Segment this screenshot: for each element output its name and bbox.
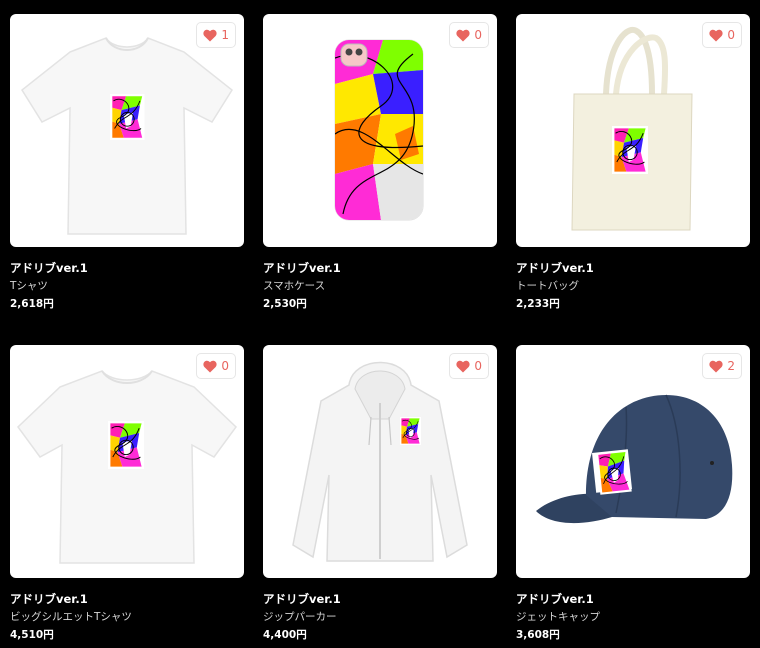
product-image-smartphone-case[interactable]: 0 [263, 14, 497, 247]
like-count: 0 [474, 359, 482, 373]
heart-icon [456, 360, 470, 372]
product-title[interactable]: アドリブver.1 [516, 261, 750, 275]
product-grid: 1 アドリブver.1 Tシャツ 2,618円 0 アドリブver.1 スマホケ… [0, 0, 760, 648]
smartphone-case-image [334, 39, 424, 221]
big-t-shirt-image [17, 370, 237, 564]
like-button[interactable]: 1 [196, 22, 236, 48]
product-price: 2,618円 [10, 298, 54, 310]
product-image-t-shirt[interactable]: 1 [10, 14, 244, 247]
like-count: 1 [221, 28, 229, 42]
product-price: 4,400円 [263, 629, 307, 641]
product-card[interactable]: 0 アドリブver.1 ビッグシルエットTシャツ 4,510円 [10, 345, 244, 642]
like-count: 2 [727, 359, 735, 373]
product-title[interactable]: アドリブver.1 [263, 592, 497, 606]
product-type: Tシャツ [10, 280, 48, 292]
like-count: 0 [221, 359, 229, 373]
product-title[interactable]: アドリブver.1 [10, 261, 244, 275]
product-card[interactable]: 0 アドリブver.1 ジップパーカー 4,400円 [263, 345, 497, 642]
product-title[interactable]: アドリブver.1 [263, 261, 497, 275]
product-type: ジップパーカー [263, 611, 337, 623]
product-card[interactable]: 0 アドリブver.1 トートバッグ 2,233円 [516, 14, 750, 311]
heart-icon [203, 29, 217, 41]
product-type: スマホケース [263, 280, 326, 292]
heart-icon [203, 360, 217, 372]
like-count: 0 [474, 28, 482, 42]
product-title[interactable]: アドリブver.1 [516, 592, 750, 606]
jet-cap-image [536, 394, 733, 524]
product-price: 4,510円 [10, 629, 54, 641]
product-price: 3,608円 [516, 629, 560, 641]
like-button[interactable]: 0 [449, 22, 489, 48]
product-image-jet-cap[interactable]: 2 [516, 345, 750, 578]
product-card[interactable]: 2 アドリブver.1 ジェットキャップ 3,608円 [516, 345, 750, 642]
product-title[interactable]: アドリブver.1 [10, 592, 244, 606]
product-type: ビッグシルエットTシャツ [10, 611, 132, 623]
like-button[interactable]: 0 [702, 22, 742, 48]
like-button[interactable]: 2 [702, 353, 742, 379]
product-price: 2,233円 [516, 298, 560, 310]
product-type: ジェットキャップ [516, 611, 600, 623]
product-card[interactable]: 1 アドリブver.1 Tシャツ 2,618円 [10, 14, 244, 311]
like-button[interactable]: 0 [449, 353, 489, 379]
heart-icon [709, 29, 723, 41]
like-count: 0 [727, 28, 735, 42]
product-image-big-silhouette-t-shirt[interactable]: 0 [10, 345, 244, 578]
heart-icon [709, 360, 723, 372]
tote-bag-image [571, 26, 693, 231]
zip-hoodie-image [292, 361, 468, 562]
product-image-zip-hoodie[interactable]: 0 [263, 345, 497, 578]
t-shirt-image [21, 37, 233, 235]
heart-icon [456, 29, 470, 41]
like-button[interactable]: 0 [196, 353, 236, 379]
product-card[interactable]: 0 アドリブver.1 スマホケース 2,530円 [263, 14, 497, 311]
product-price: 2,530円 [263, 298, 307, 310]
product-image-tote-bag[interactable]: 0 [516, 14, 750, 247]
product-type: トートバッグ [516, 280, 579, 292]
